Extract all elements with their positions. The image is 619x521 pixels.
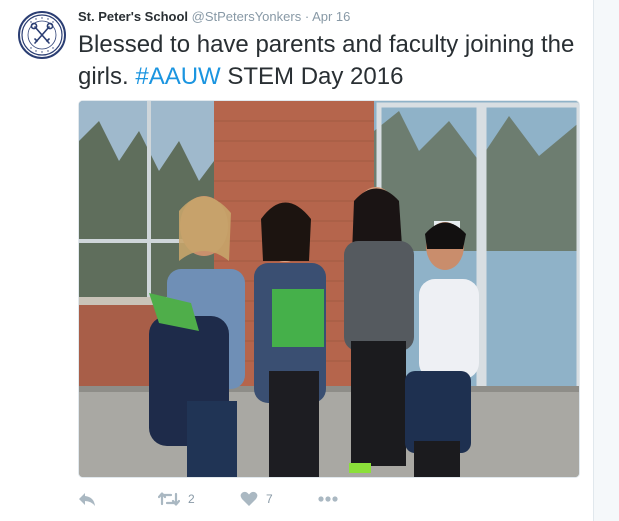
reply-icon (79, 493, 95, 506)
retweet-icon (158, 492, 180, 506)
more-button[interactable] (318, 488, 338, 510)
more-icon (318, 496, 338, 502)
tweet-card[interactable]: St. Peter's School @StPetersYonkers · Ap… (0, 0, 594, 521)
retweet-button[interactable]: 2 (158, 488, 195, 510)
tweet-text: Blessed to have parents and faculty join… (78, 29, 588, 93)
like-button[interactable]: 7 (240, 488, 273, 510)
group-photo-image (79, 101, 579, 477)
heart-icon (240, 491, 258, 506)
tweet-photo[interactable] (78, 100, 580, 478)
school-seal-logo (21, 14, 63, 56)
hashtag-link[interactable]: #AAUW (135, 63, 220, 90)
tweet-header: St. Peter's School @StPetersYonkers · Ap… (78, 9, 350, 25)
tweet-timestamp[interactable]: Apr 16 (312, 9, 350, 24)
retweet-count: 2 (188, 492, 195, 506)
account-handle[interactable]: @StPetersYonkers (192, 9, 302, 24)
separator-dot: · (304, 9, 310, 24)
like-count: 7 (266, 492, 273, 506)
tweet-text-end: STEM Day 2016 (220, 63, 404, 90)
avatar[interactable] (18, 11, 66, 59)
account-name[interactable]: St. Peter's School (78, 9, 188, 24)
reply-button[interactable] (78, 488, 96, 510)
tweet-actions: 2 7 (78, 488, 478, 510)
